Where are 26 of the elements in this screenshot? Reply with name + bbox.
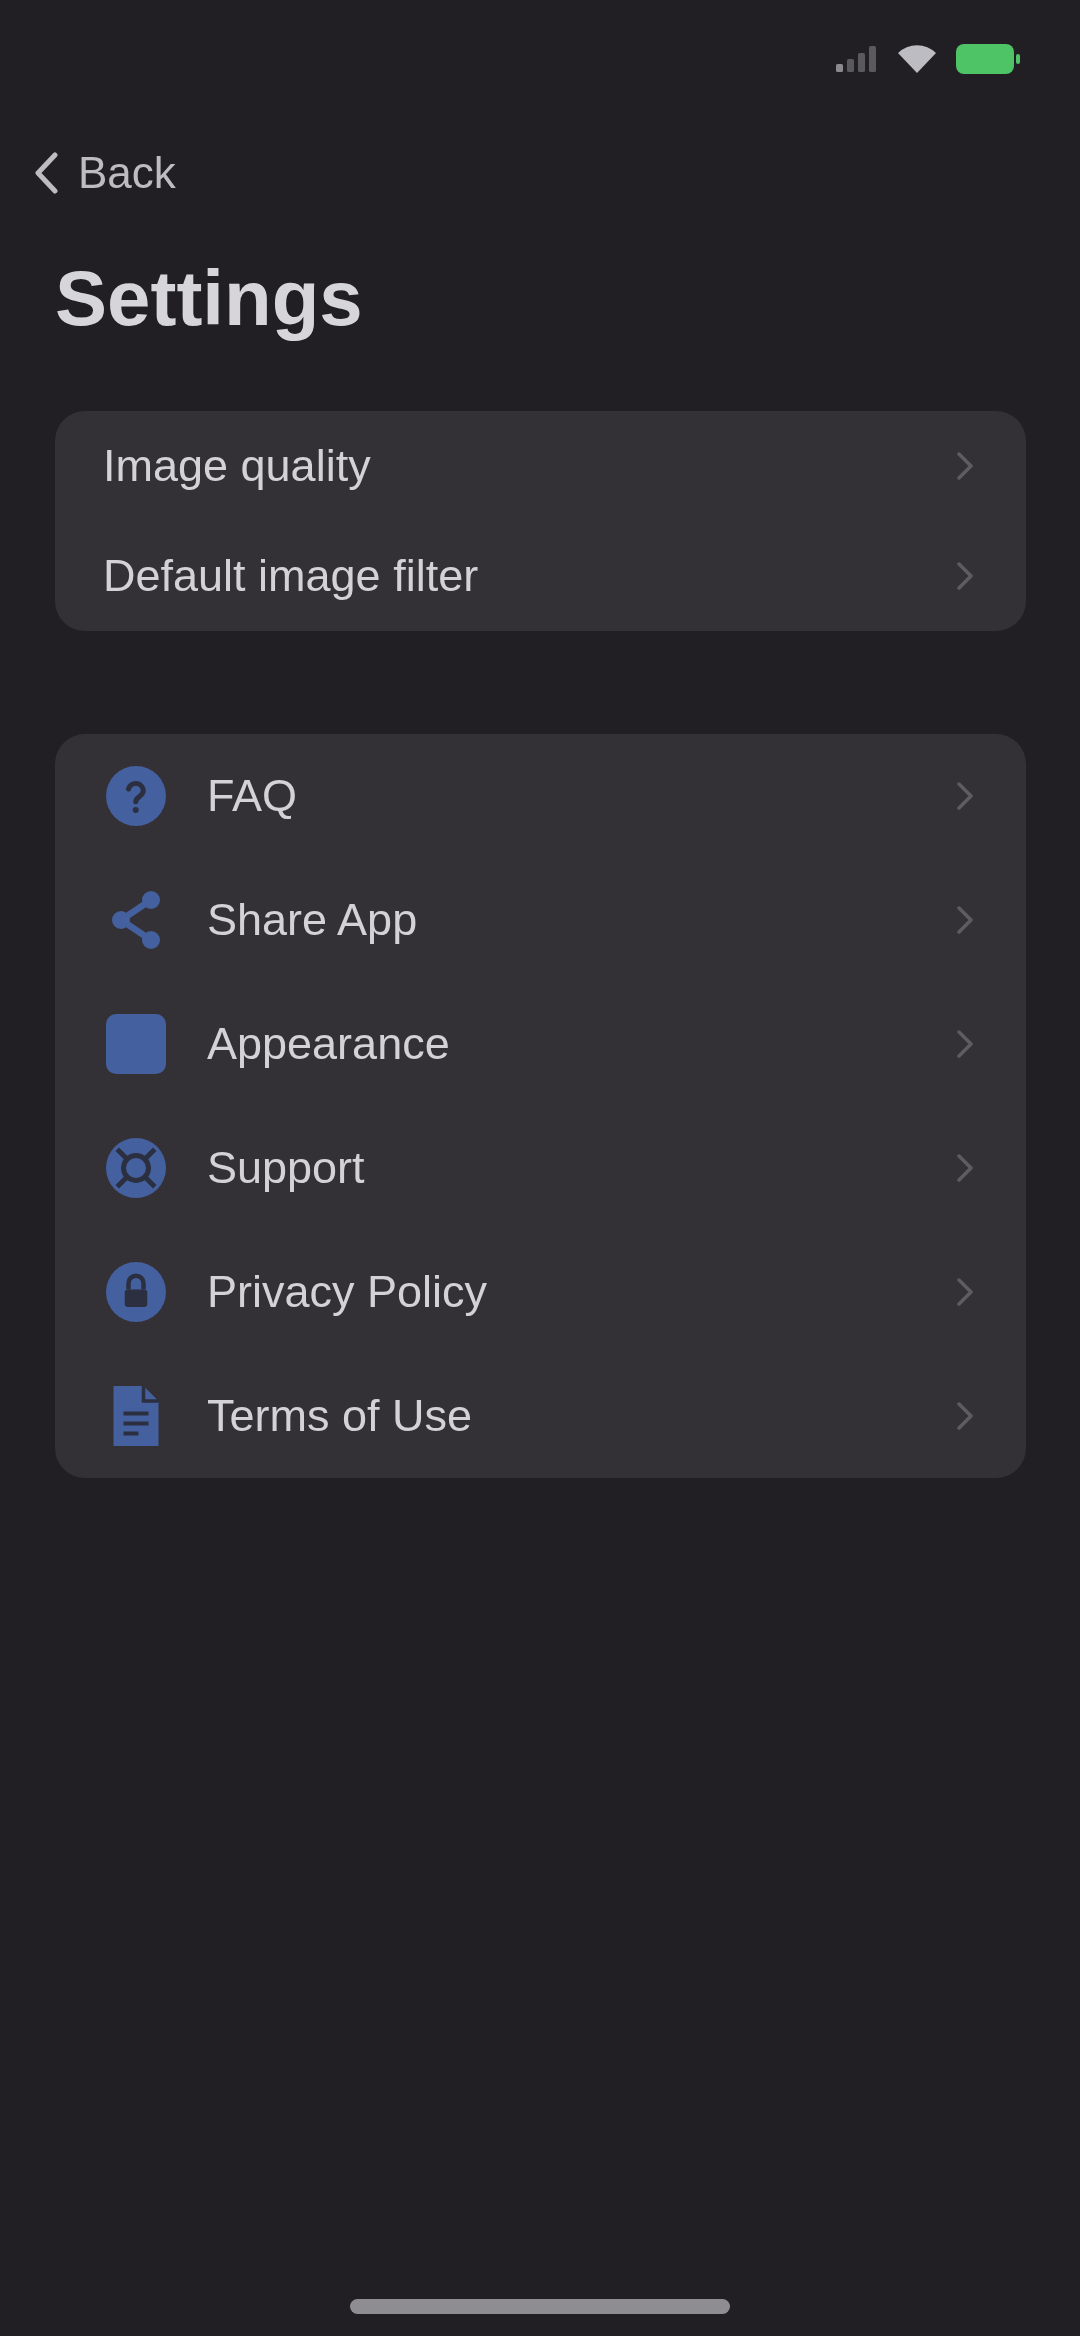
settings-item[interactable]: Default image filter [55,521,1026,631]
square-icon [106,1014,166,1074]
settings-item[interactable]: Image quality [55,411,1026,521]
wifi-icon [898,45,936,73]
chevron-right-icon [957,1402,973,1430]
page-title: Settings [55,253,363,344]
settings-item[interactable]: Privacy Policy [55,1230,1026,1354]
back-button[interactable]: Back [30,142,180,204]
battery-icon [956,44,1020,74]
settings-item[interactable]: Terms of Use [55,1354,1026,1478]
settings-item[interactable]: FAQ [55,734,1026,858]
settings-item[interactable]: Appearance [55,982,1026,1106]
lifebuoy-icon [106,1138,166,1198]
lock-icon [106,1262,166,1322]
chevron-right-icon [957,1030,973,1058]
settings-item[interactable]: Share App [55,858,1026,982]
chevron-right-icon [957,1278,973,1306]
chevron-right-icon [957,452,973,480]
chevron-right-icon [957,1154,973,1182]
signal-icon [836,46,878,72]
help-icon [106,766,166,826]
settings-item[interactable]: Support [55,1106,1026,1230]
chevron-right-icon [957,782,973,810]
chevron-right-icon [957,562,973,590]
chevron-right-icon [957,906,973,934]
chevron-left-icon [34,152,58,194]
